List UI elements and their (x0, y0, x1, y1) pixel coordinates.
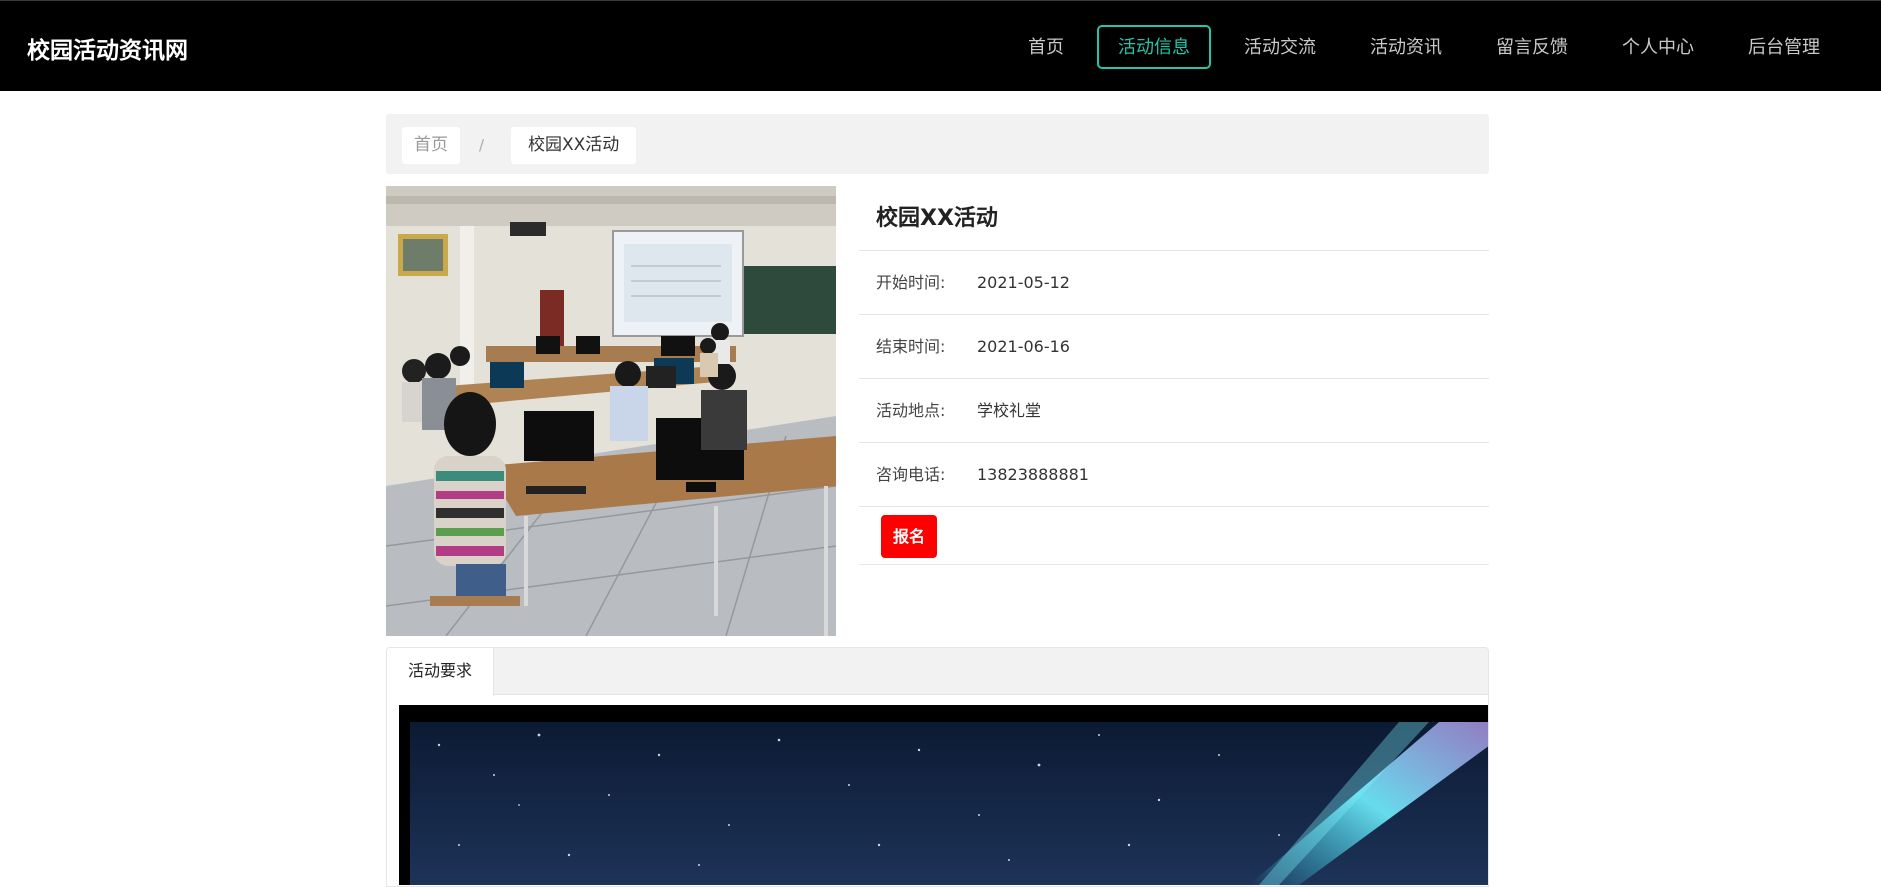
action-row: 报名 (859, 507, 1489, 565)
nav-item-activity-news[interactable]: 活动资讯 (1349, 25, 1463, 69)
activity-title: 校园XX活动 (859, 186, 1489, 251)
tab-activity-requirements[interactable]: 活动要求 (387, 648, 495, 696)
end-time-value: 2021-06-16 (977, 337, 1070, 356)
info-row-start-time: 开始时间: 2021-05-12 (859, 251, 1489, 315)
end-time-label: 结束时间: (876, 337, 946, 356)
signup-button[interactable]: 报名 (881, 515, 938, 558)
top-navbar: 校园活动资讯网 首页 活动信息 活动交流 活动资讯 留言反馈 个人中心 后台管理 (0, 0, 1881, 91)
info-row-location: 活动地点: 学校礼堂 (859, 379, 1489, 443)
info-row-end-time: 结束时间: 2021-06-16 (859, 315, 1489, 379)
requirements-image (399, 705, 1488, 885)
site-logo-text[interactable]: 校园活动资讯网 (27, 31, 188, 65)
breadcrumb-home-link[interactable]: 首页 (402, 127, 460, 164)
nav-item-activity-info[interactable]: 活动信息 (1097, 25, 1211, 69)
nav-item-home[interactable]: 首页 (1007, 25, 1085, 69)
activity-photo (386, 186, 836, 636)
nav-item-personal-center[interactable]: 个人中心 (1601, 25, 1715, 69)
tab-bar: 活动要求 (387, 648, 1488, 696)
start-time-label: 开始时间: (876, 273, 946, 292)
nav-item-activity-exchange[interactable]: 活动交流 (1223, 25, 1337, 69)
nav-item-feedback[interactable]: 留言反馈 (1475, 25, 1589, 69)
nav-item-admin[interactable]: 后台管理 (1727, 25, 1841, 69)
location-label: 活动地点: (876, 401, 946, 420)
breadcrumb-separator: / (479, 136, 485, 154)
location-value: 学校礼堂 (977, 401, 1042, 420)
breadcrumb: 首页 / 校园XX活动 (386, 114, 1489, 174)
start-time-value: 2021-05-12 (977, 273, 1070, 292)
breadcrumb-current: 校园XX活动 (511, 127, 637, 164)
phone-label: 咨询电话: (876, 465, 946, 484)
phone-value: 13823888881 (977, 465, 1089, 484)
main-nav: 首页 活动信息 活动交流 活动资讯 留言反馈 个人中心 后台管理 (995, 25, 1841, 69)
activity-details: 校园XX活动 开始时间: 2021-05-12 结束时间: 2021-06-16 活… (859, 186, 1489, 565)
activity-tabs: 活动要求 (386, 647, 1489, 887)
info-row-phone: 咨询电话: 13823888881 (859, 443, 1489, 507)
